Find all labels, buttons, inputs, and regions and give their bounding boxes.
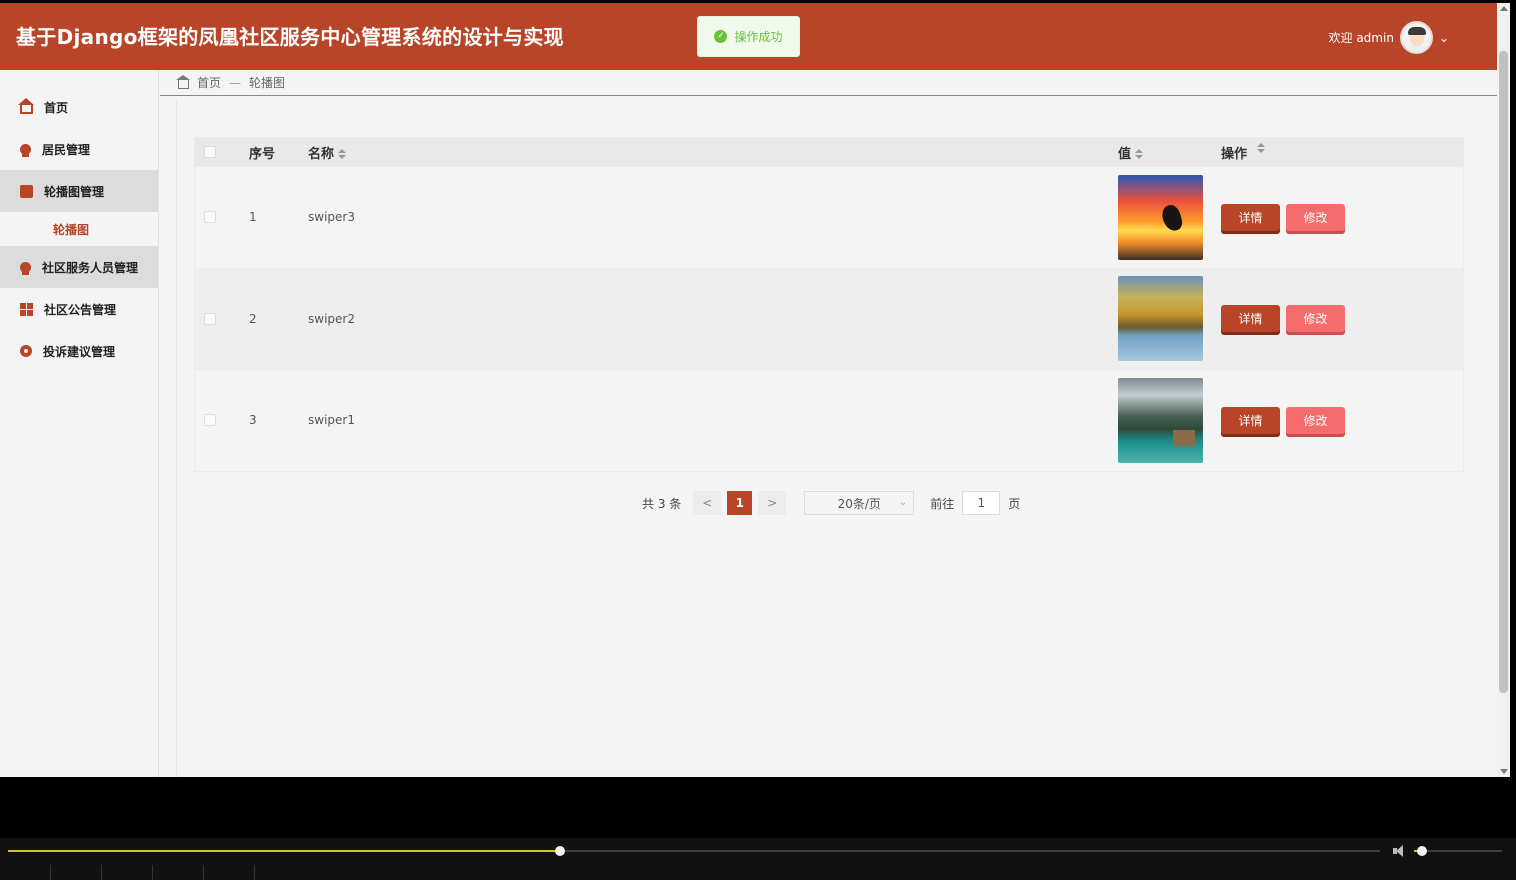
select-all-checkbox[interactable] [204,146,216,158]
player-bottom-strip [0,865,1516,880]
column-header-index: 序号 [249,146,276,162]
row-index: 2 [249,311,257,326]
breadcrumb-current: 轮播图 [249,76,286,90]
row-name: swiper3 [308,210,355,225]
welcome-text: 欢迎 admin [1328,31,1394,45]
sidebar-item-label: 社区服务人员管理 [42,260,139,275]
user-menu[interactable]: 欢迎 admin ⌄ [1329,21,1449,54]
sidebar-item-residents[interactable]: 居民管理 [0,128,158,170]
sidebar-item-label: 居民管理 [42,142,91,157]
scroll-up-icon[interactable] [1500,6,1508,11]
page-size-select[interactable]: 20条/页 ⌄ [804,491,915,515]
next-page-button[interactable]: > [758,491,787,515]
sidebar-item-complaints[interactable]: 投诉建议管理 [0,330,158,372]
app-window: 基于Django框架的凤凰社区服务中心管理系统的设计与实现 ✓ 操作成功 欢迎 … [0,3,1497,777]
user-badge-icon [20,143,31,157]
sidebar-item-label: 轮播图管理 [44,184,105,199]
main-content: 序号 名称 值 操作 1 swiper3 详情 修改 2 swiper2 详情 … [176,99,1481,777]
success-toast: ✓ 操作成功 [697,16,800,57]
home-icon [176,74,190,89]
scrollbar-thumb[interactable] [1499,51,1508,693]
check-circle-icon: ✓ [714,30,728,43]
sidebar-subitem-carousel[interactable]: 轮播图 [0,212,158,246]
sunset-dolphin-image[interactable] [1118,174,1203,260]
seek-handle[interactable] [554,846,565,856]
column-header-action[interactable]: 操作 [1221,142,1266,162]
edit-button[interactable]: 修改 [1286,305,1345,333]
pagination-total: 共 3 条 [642,496,682,511]
row-index: 3 [249,413,257,428]
toast-message: 操作成功 [734,30,783,44]
data-table: 序号 名称 值 操作 1 swiper3 详情 修改 2 swiper2 详情 … [194,137,1464,472]
sidebar-item-label: 社区公告管理 [44,302,117,317]
page-number-current[interactable]: 1 [727,491,753,515]
table-row: 2 swiper2 详情 修改 [195,267,1463,369]
breadcrumb: 首页 — 轮播图 [160,70,1497,96]
column-header-value[interactable]: 值 [1118,143,1144,162]
detail-button[interactable]: 详情 [1221,203,1280,231]
sidebar-item-carousel-management[interactable]: 轮播图管理 [0,170,158,212]
row-index: 1 [249,210,257,225]
breadcrumb-separator: — [229,75,242,90]
sidebar-item-service-staff[interactable]: 社区服务人员管理 [0,246,158,288]
grid-icon [20,302,33,316]
page-unit-label: 页 [1008,496,1021,511]
sidebar-item-label: 轮播图 [53,222,90,237]
page-scrollbar[interactable] [1497,3,1510,777]
app-title: 基于Django框架的凤凰社区服务中心管理系统的设计与实现 [16,25,564,49]
goto-page-input[interactable]: 1 [962,491,1001,515]
sidebar-item-label: 投诉建议管理 [43,344,116,359]
row-name: swiper1 [308,413,355,428]
sidebar-item-announcements[interactable]: 社区公告管理 [0,288,158,330]
volume-handle[interactable] [1416,846,1427,856]
seek-progress [8,850,560,852]
user-badge-icon [20,261,31,275]
pagination: 共 3 条 < 1 > 20条/页 ⌄ 前往 1 页 [642,491,1020,515]
row-checkbox[interactable] [204,312,216,325]
sidebar-item-home[interactable]: 首页 [0,86,158,128]
scroll-down-icon[interactable] [1500,769,1508,774]
breadcrumb-home[interactable]: 首页 [197,74,221,91]
seek-bar[interactable] [8,846,1380,856]
volume-slider[interactable] [1414,846,1502,856]
picture-icon [20,184,33,198]
sort-icon[interactable] [338,149,347,159]
sidebar: 首页 居民管理 轮播图管理 轮播图 社区服务人员管理 社区公告管理 投诉建议管理 [0,70,159,777]
mountain-lake-image[interactable] [1118,377,1203,463]
circle-icon [20,345,32,357]
volume-icon[interactable] [1393,845,1407,857]
table-row: 3 swiper1 详情 修改 [195,369,1463,471]
row-checkbox[interactable] [204,211,216,224]
chevron-down-icon[interactable]: ⌄ [1439,31,1449,45]
edit-button[interactable]: 修改 [1286,203,1345,231]
avatar[interactable] [1399,21,1433,54]
table-row: 1 swiper3 详情 修改 [195,166,1463,268]
sidebar-item-label: 首页 [44,100,69,115]
detail-button[interactable]: 详情 [1221,406,1280,434]
chevron-down-icon: ⌄ [898,497,908,508]
row-checkbox[interactable] [204,414,216,427]
row-name: swiper2 [308,311,355,326]
table-header: 序号 名称 值 操作 [195,138,1463,166]
home-icon [18,97,34,114]
top-header: 基于Django框架的凤凰社区服务中心管理系统的设计与实现 ✓ 操作成功 欢迎 … [0,3,1497,70]
detail-button[interactable]: 详情 [1221,305,1280,333]
goto-label: 前往 [930,496,955,511]
sort-icon[interactable] [1135,149,1144,159]
edit-button[interactable]: 修改 [1286,406,1345,434]
prev-page-button[interactable]: < [693,491,722,515]
video-player-bar [0,838,1516,880]
sort-icon[interactable] [1257,142,1266,153]
autumn-river-image[interactable] [1118,276,1203,362]
column-header-name[interactable]: 名称 [308,143,347,162]
